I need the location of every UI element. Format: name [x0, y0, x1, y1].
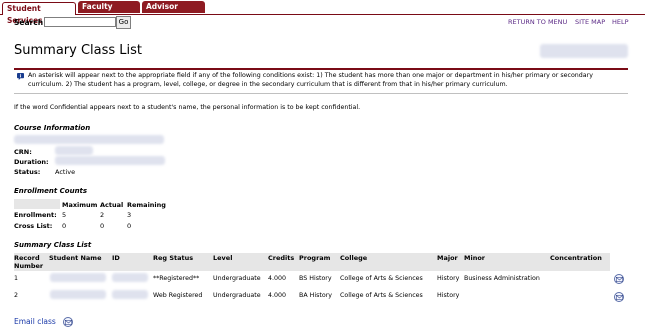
tab-student-services[interactable]: Student Services — [2, 2, 76, 25]
row1-major: History — [437, 275, 460, 282]
confidential-note: If the word Confidential appears next to… — [14, 104, 361, 111]
row2-record: 2 — [14, 292, 19, 299]
row2-id-redacted — [112, 290, 148, 299]
row1-minor: Business Administration — [464, 275, 540, 282]
col-level: Level — [213, 254, 233, 262]
duration-value-redacted — [55, 156, 165, 165]
enrollment-heading: Enrollment Counts — [14, 187, 88, 195]
email-class-icon[interactable] — [63, 317, 73, 327]
status-value: Active — [55, 168, 76, 176]
col-id: ID — [112, 254, 120, 262]
row1-college: College of Arts & Sciences — [340, 275, 423, 282]
row2-major: History — [437, 292, 460, 299]
search-input[interactable] — [44, 17, 116, 27]
row1-student-name-redacted[interactable] — [50, 273, 106, 282]
row2-credits: 4.000 — [268, 292, 287, 299]
crn-value-redacted — [55, 146, 93, 155]
row2-college: College of Arts & Sciences — [340, 292, 423, 299]
duration-label: Duration: — [14, 158, 49, 166]
enrollment-maximum: 5 — [62, 211, 67, 219]
enrollment-col-actual: Actual — [100, 201, 124, 209]
enrollment-remaining: 3 — [127, 211, 132, 219]
go-button[interactable]: Go — [116, 16, 131, 29]
tab-advisor-services[interactable]: Advisor Services — [142, 1, 205, 23]
user-name-redacted — [540, 44, 628, 58]
crn-label: CRN: — [14, 148, 32, 156]
tab-faculty-services[interactable]: Faculty Services — [78, 1, 140, 23]
col-concentration: Concentration — [550, 254, 602, 262]
col-program: Program — [299, 254, 331, 262]
email-student-icon[interactable] — [614, 274, 624, 284]
col-record-number: Record Number — [14, 254, 44, 270]
row1-credits: 4.000 — [268, 275, 287, 282]
row1-record: 1 — [14, 275, 19, 282]
email-class-link[interactable]: Email class — [14, 317, 56, 326]
col-minor: Minor — [464, 254, 485, 262]
row1-level: Undergraduate — [213, 275, 261, 282]
email-student-icon[interactable] — [614, 292, 624, 302]
return-to-menu-link[interactable]: RETURN TO MENU — [508, 18, 567, 26]
row2-level: Undergraduate — [213, 292, 261, 299]
col-credits: Credits — [268, 254, 295, 262]
crosslist-remaining: 0 — [127, 222, 132, 230]
asterisk-note: An asterisk will appear next to the appr… — [28, 72, 593, 88]
enrollment-row-label: Enrollment: — [14, 211, 57, 219]
course-info-heading: Course Information — [14, 124, 91, 132]
col-major: Major — [437, 254, 458, 262]
help-link[interactable]: HELP — [612, 18, 629, 26]
crosslist-row-label: Cross List: — [14, 222, 53, 230]
row2-reg-status: Web Registered — [153, 292, 203, 299]
row2-student-name-redacted[interactable] — [50, 290, 106, 299]
search-label: Search — [14, 18, 44, 27]
row2-program: BA History — [299, 292, 333, 299]
enrollment-header-blank — [14, 199, 60, 209]
row1-program: BS History — [299, 275, 332, 282]
note-divider — [14, 93, 628, 94]
row1-reg-status: **Registered** — [153, 275, 200, 282]
class-list-heading: Summary Class List — [14, 241, 92, 249]
col-college: College — [340, 254, 368, 262]
enrollment-actual: 2 — [100, 211, 105, 219]
info-icon — [17, 73, 24, 80]
crosslist-maximum: 0 — [62, 222, 67, 230]
status-label: Status: — [14, 168, 41, 176]
title-divider — [14, 68, 628, 70]
row1-id-redacted — [112, 273, 148, 282]
col-student-name: Student Name — [49, 254, 102, 262]
page-title: Summary Class List — [14, 43, 143, 58]
site-map-link[interactable]: SITE MAP — [575, 18, 605, 26]
crosslist-actual: 0 — [100, 222, 105, 230]
top-tab-bar: Student Services Faculty Services Adviso… — [0, 0, 645, 25]
enrollment-col-remaining: Remaining — [127, 201, 166, 209]
course-title-redacted — [14, 135, 164, 144]
enrollment-col-maximum: Maximum — [62, 201, 98, 209]
col-reg-status: Reg Status — [153, 254, 194, 262]
search-bar: Search Go RETURN TO MENU SITE MAP HELP — [0, 16, 645, 32]
